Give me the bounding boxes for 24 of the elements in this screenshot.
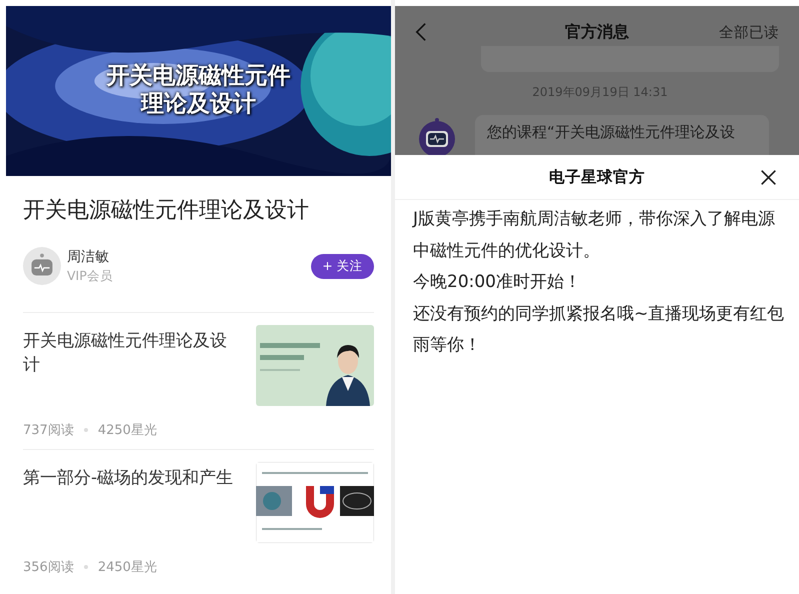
back-icon[interactable]: [415, 22, 427, 42]
read-count: 356阅读: [23, 559, 74, 576]
course-title: 开关电源磁性元件理论及设计: [23, 197, 310, 225]
page-title: 官方消息: [565, 22, 629, 42]
read-count: 737阅读: [23, 422, 74, 439]
popup-message: J版黄亭携手南航周洁敏老师，带你深入了解电源中磁性元件的优化设计。: [413, 208, 776, 262]
lesson-title[interactable]: 第一部分-磁场的发现和产生: [23, 466, 238, 490]
separator-dot: [84, 565, 88, 569]
star-count: 2450星光: [98, 559, 157, 576]
popup-message: 今晚20:00准时开始！: [413, 271, 582, 294]
member-level-label: VIP会员: [67, 266, 113, 284]
author-name: 周洁敏: [67, 248, 109, 266]
message-bubble[interactable]: 您的课程“开关电源磁性元件理论及设: [475, 115, 769, 155]
close-icon[interactable]: [760, 168, 777, 186]
robot-avatar-icon: [417, 117, 457, 155]
popup-title: 电子星球官方: [549, 166, 645, 188]
banner-caption: 理论及设计: [141, 90, 256, 118]
star-count: 4250星光: [98, 422, 157, 439]
banner-caption: 开关电源磁性元件: [106, 62, 290, 90]
lesson-title[interactable]: 开关电源磁性元件理论及设计: [23, 329, 238, 377]
follow-button[interactable]: + 关注: [311, 254, 374, 278]
separator-dot: [84, 428, 88, 432]
popup-message: 还没有预约的同学抓紧报名哦~直播现场更有红包雨等你！: [413, 302, 785, 357]
robot-avatar-icon: [23, 247, 61, 285]
